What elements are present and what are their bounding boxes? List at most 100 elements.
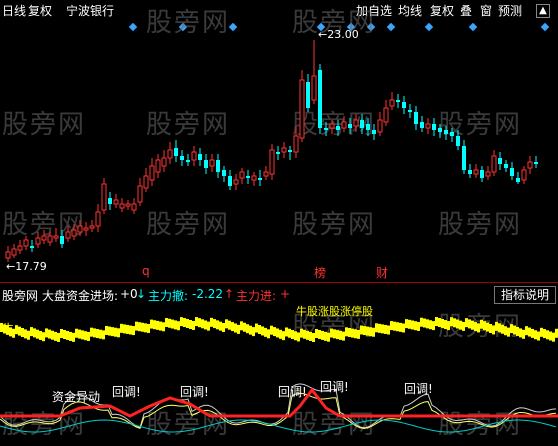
candle-body bbox=[396, 100, 400, 102]
indicator-help-button[interactable]: 指标说明 bbox=[494, 286, 557, 304]
band-glyph bbox=[93, 328, 96, 338]
band-glyph bbox=[186, 319, 189, 329]
main-enter-value: + bbox=[280, 287, 291, 301]
pullback-label: 回调! bbox=[404, 382, 433, 396]
candle-body bbox=[228, 176, 232, 186]
candle-body bbox=[180, 156, 184, 160]
candle-body bbox=[341, 121, 347, 129]
band-glyph bbox=[384, 324, 387, 334]
band-glyph bbox=[27, 330, 30, 340]
candlestick-chart[interactable] bbox=[0, 0, 558, 282]
band-glyph bbox=[468, 319, 471, 329]
band-glyph bbox=[255, 323, 258, 333]
event-marker-finance[interactable]: 财 bbox=[376, 264, 388, 281]
band-glyph bbox=[360, 325, 363, 335]
candle-body bbox=[233, 179, 239, 185]
event-marker-q[interactable]: q bbox=[142, 264, 150, 278]
band-glyph bbox=[315, 328, 318, 338]
candle-body bbox=[366, 124, 370, 130]
band-glyph bbox=[48, 329, 51, 339]
candle-body bbox=[438, 128, 442, 132]
band-glyph bbox=[243, 322, 246, 332]
candle-body bbox=[53, 235, 59, 239]
band-glyph bbox=[336, 330, 339, 340]
band-glyph bbox=[402, 323, 405, 333]
band-glyph bbox=[492, 325, 495, 335]
band-glyph bbox=[495, 321, 498, 331]
pullback-label: 回调! bbox=[278, 385, 307, 399]
band-glyph bbox=[294, 331, 297, 341]
candle-body bbox=[329, 123, 335, 129]
candle-body bbox=[71, 229, 77, 237]
band-glyph bbox=[177, 321, 180, 331]
band-glyph bbox=[327, 332, 330, 342]
band-glyph bbox=[483, 321, 486, 331]
band-glyph bbox=[132, 326, 135, 336]
band-glyph bbox=[252, 327, 255, 337]
band-glyph bbox=[348, 327, 351, 337]
band-glyph bbox=[510, 324, 513, 334]
band-glyph bbox=[42, 332, 45, 342]
band-glyph bbox=[549, 331, 552, 341]
candle-body bbox=[41, 235, 47, 241]
candle-body bbox=[191, 151, 197, 161]
candle-body bbox=[186, 160, 190, 162]
candle-body bbox=[444, 130, 448, 134]
band-glyph bbox=[108, 326, 111, 336]
candle-body bbox=[131, 203, 137, 211]
candle-body bbox=[258, 178, 262, 180]
candle-body bbox=[318, 70, 322, 128]
band-glyph bbox=[24, 329, 27, 339]
band-glyph bbox=[333, 329, 336, 339]
band-glyph bbox=[189, 320, 192, 330]
band-glyph bbox=[369, 327, 372, 337]
band-glyph bbox=[18, 326, 21, 336]
band-glyph bbox=[489, 323, 492, 333]
candle-body bbox=[125, 203, 131, 207]
band-glyph bbox=[264, 327, 267, 337]
candle-body bbox=[299, 79, 305, 139]
band-glyph bbox=[165, 318, 168, 328]
candle-body bbox=[209, 159, 215, 167]
band-glyph bbox=[96, 329, 99, 339]
candle-body bbox=[516, 178, 520, 182]
band-glyph bbox=[390, 321, 393, 331]
candle-body bbox=[336, 126, 340, 130]
band-glyph bbox=[225, 319, 228, 329]
band-glyph bbox=[39, 330, 42, 340]
candle-body bbox=[408, 110, 412, 112]
high-price-label: ←23.00 bbox=[318, 28, 359, 41]
band-glyph bbox=[75, 328, 78, 338]
band-glyph bbox=[81, 330, 84, 340]
band-glyph bbox=[552, 332, 555, 342]
band-glyph bbox=[342, 331, 345, 341]
candle-body bbox=[521, 169, 527, 181]
candle-body bbox=[174, 148, 178, 156]
band-glyph bbox=[291, 330, 294, 340]
candle-body bbox=[222, 170, 226, 176]
candle-body bbox=[95, 211, 101, 227]
band-glyph bbox=[297, 332, 300, 342]
band-glyph bbox=[105, 325, 108, 335]
candle-body bbox=[269, 149, 275, 175]
candle-body bbox=[155, 159, 161, 173]
band-glyph bbox=[120, 323, 123, 333]
candle-body bbox=[414, 112, 418, 124]
candle-body bbox=[263, 171, 269, 177]
event-marker-rank[interactable]: 榜 bbox=[314, 264, 326, 281]
band-glyph bbox=[78, 329, 81, 339]
band-glyph bbox=[234, 323, 237, 333]
band-glyph bbox=[423, 318, 426, 328]
band-glyph bbox=[465, 318, 468, 328]
band-glyph bbox=[309, 331, 312, 341]
band-glyph bbox=[354, 329, 357, 339]
band-glyph bbox=[204, 320, 207, 330]
candle-body bbox=[60, 236, 64, 244]
candle-body bbox=[383, 107, 389, 123]
candle-body bbox=[137, 185, 143, 203]
band-glyph bbox=[534, 330, 537, 340]
low-arrow-icon: ← bbox=[6, 260, 16, 273]
band-glyph bbox=[351, 328, 354, 338]
candle-body bbox=[17, 245, 23, 251]
band-glyph bbox=[426, 319, 429, 329]
